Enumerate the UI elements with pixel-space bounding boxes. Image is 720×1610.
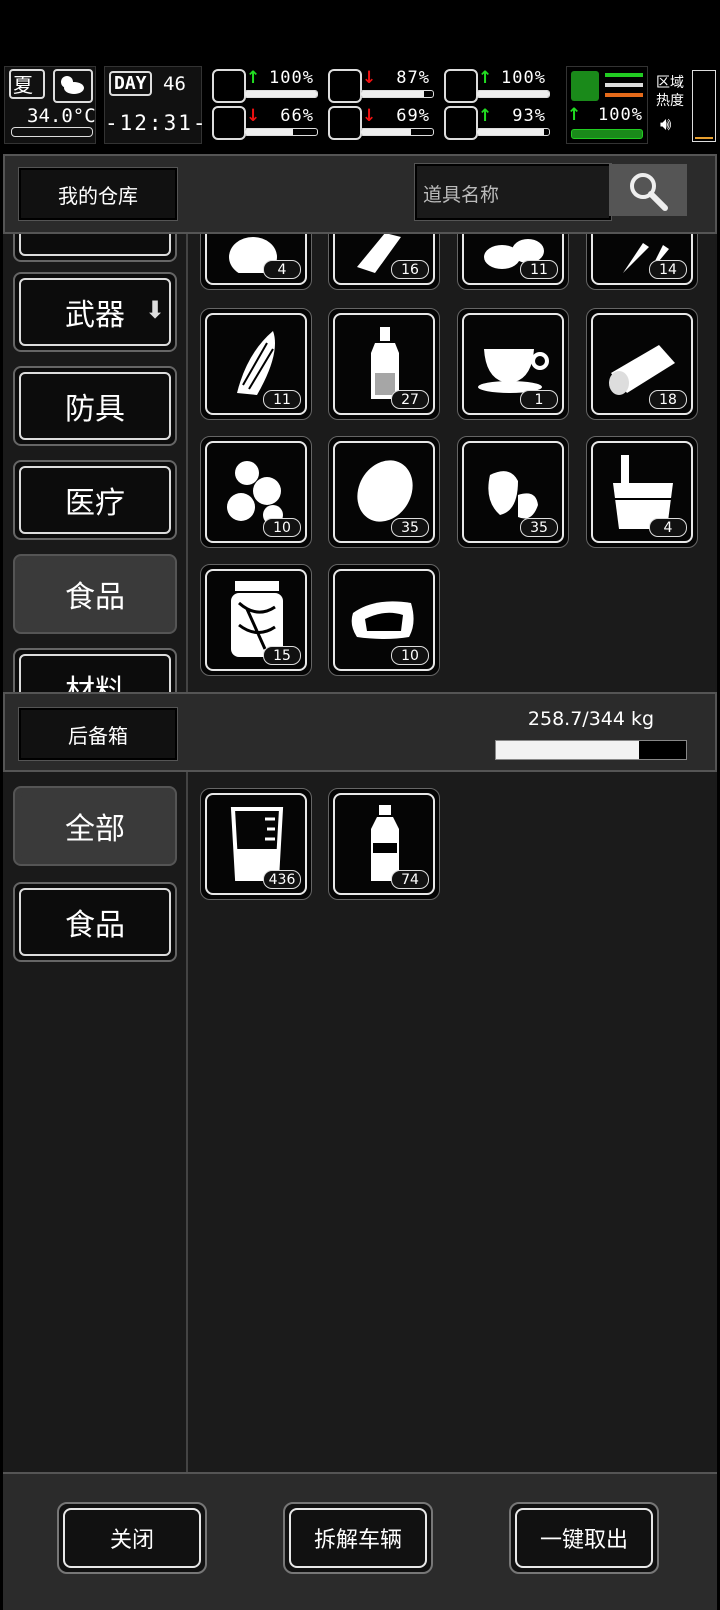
category-materials[interactable]: 材料 [13, 648, 177, 692]
boot-icon [571, 71, 599, 101]
item-strawberry[interactable]: 35 [457, 436, 569, 548]
category-food[interactable]: 食品 [13, 882, 177, 962]
speed-value: 100% [598, 105, 643, 125]
item-ginger[interactable]: 10 [200, 436, 312, 548]
warehouse-title: 我的仓库 [19, 168, 177, 220]
trend-up-icon: ↑ [246, 68, 261, 88]
category-partial[interactable] [13, 234, 177, 262]
trunk-capacity-bar [495, 740, 687, 760]
trunk-title: 后备箱 [19, 708, 177, 760]
mind-bar [244, 128, 318, 136]
speed-bar [571, 129, 643, 139]
stamina-value: 100% [501, 68, 546, 88]
category-weapons[interactable]: 武器 ⬇ [13, 272, 177, 352]
zone-heat-label-1: 区域 [656, 75, 684, 91]
trend-down-icon: ↓ [246, 106, 261, 126]
stamina-bar [476, 90, 550, 98]
brain-icon [212, 106, 246, 140]
day-clock-panel: DAY 46 -12:31- [104, 66, 208, 144]
stomach-bar [360, 90, 434, 98]
trunk-header: 后备箱 258.7/344 kg [3, 692, 717, 772]
item-coffee[interactable]: 1 [457, 308, 569, 420]
thermometer-icon [11, 127, 93, 137]
trunk-category-list: 全部 食品 [3, 772, 188, 1472]
dismantle-vehicle-button[interactable]: 拆解车辆 [283, 1502, 433, 1574]
mind-value: 66% [280, 106, 314, 126]
item-bread[interactable]: 16 [328, 234, 440, 290]
item-bottle[interactable]: 27 [328, 308, 440, 420]
stomach-value: 87% [396, 68, 430, 88]
season-badge: 夏 [9, 69, 45, 99]
item-pickles[interactable]: 15 [200, 564, 312, 676]
day-number: 46 [163, 73, 186, 95]
trunk-capacity-text: 258.7/344 kg [527, 708, 655, 730]
trend-up-icon: ↑ [478, 106, 493, 126]
status-hud: 夏 34.0°C DAY 46 -12:31- ↑ 100% ↓ 87% ↑ 1… [0, 64, 720, 146]
category-food[interactable]: 食品 [13, 554, 177, 634]
item-meat[interactable]: 10 [328, 564, 440, 676]
trunk-capacity-fill [496, 741, 639, 759]
heart-value: 93% [512, 106, 546, 126]
stats-panel: ↑ 100% ↓ 87% ↑ 100% ↓ 66% ↓ 69% ↑ 93% [210, 66, 560, 142]
search-placeholder: 道具名称 [423, 184, 500, 206]
temperature-readout: 34.0°C [27, 105, 96, 127]
bottom-action-bar: 关闭 拆解车辆 一键取出 [3, 1472, 717, 1610]
search-icon [630, 173, 668, 211]
speaker-icon[interactable]: 🔊︎ [660, 114, 671, 135]
category-medical[interactable]: 医疗 [13, 460, 177, 540]
item-water-bottle[interactable]: 74 [328, 788, 440, 900]
take-all-button[interactable]: 一键取出 [509, 1502, 659, 1574]
close-button[interactable]: 关闭 [57, 1502, 207, 1574]
item-potato[interactable]: 4 [200, 234, 312, 290]
water-bar [360, 128, 434, 136]
partly-cloudy-icon [53, 69, 93, 103]
search-input[interactable]: 道具名称 [415, 164, 611, 220]
item-bucket[interactable]: 4 [586, 436, 698, 548]
zone-heat-gauge [692, 70, 716, 142]
water-drop-icon [328, 106, 362, 140]
category-all[interactable]: 全部 [13, 786, 177, 866]
warehouse-category-list: 武器 ⬇ 防具 医疗 食品 材料 [3, 234, 188, 692]
health-value: 100% [269, 68, 314, 88]
zone-heat-label-2: 热度 [656, 93, 684, 109]
warehouse-header: 我的仓库 道具名称 [3, 154, 717, 234]
day-label: DAY [109, 71, 152, 96]
heart-bar [476, 128, 550, 136]
item-can[interactable]: 18 [586, 308, 698, 420]
heart-icon [444, 106, 478, 140]
game-clock: -12:31- [105, 111, 208, 135]
trend-down-icon: ↓ [362, 106, 377, 126]
item-beaker[interactable]: 436 [200, 788, 312, 900]
health-bar [244, 90, 318, 98]
zone-heat-panel: 区域 热度 🔊︎ [652, 66, 716, 142]
item-lemon[interactable]: 35 [328, 436, 440, 548]
water-value: 69% [396, 106, 430, 126]
trend-up-icon: ↑ [567, 105, 582, 125]
search-button[interactable] [609, 164, 687, 216]
stomach-icon [328, 69, 362, 103]
movement-panel: ↑ 100% [566, 66, 648, 144]
trend-down-icon: ↓ [362, 68, 377, 88]
stamina-icon [444, 69, 478, 103]
medkit-icon [212, 69, 246, 103]
category-armor[interactable]: 防具 [13, 366, 177, 446]
item-beans[interactable]: 11 [457, 234, 569, 290]
warehouse-item-grid: 4 16 11 14 11 27 1 18 10 35 35 4 15 10 [188, 234, 717, 692]
arrow-down-icon: ⬇ [144, 296, 165, 324]
weather-panel: 夏 34.0°C [4, 66, 96, 144]
trunk-item-grid: 436 74 [188, 772, 717, 1472]
trend-up-icon: ↑ [478, 68, 493, 88]
item-corn[interactable]: 11 [200, 308, 312, 420]
item-carrot[interactable]: 14 [586, 234, 698, 290]
